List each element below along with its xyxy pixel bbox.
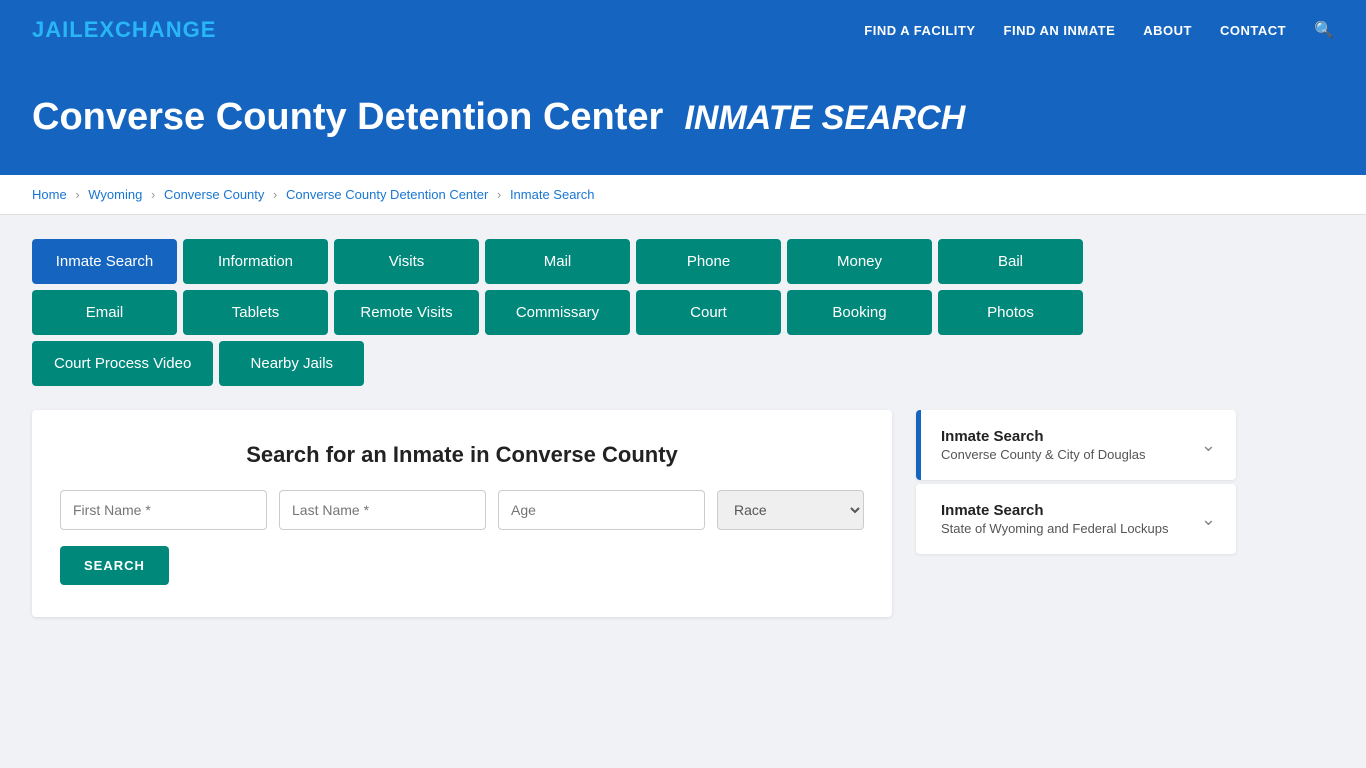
last-name-input[interactable] bbox=[279, 490, 486, 530]
chevron-down-icon: ⌄ bbox=[1201, 509, 1216, 530]
content-row: Search for an Inmate in Converse County … bbox=[32, 410, 1334, 617]
logo-exchange: EXCHANGE bbox=[84, 17, 217, 42]
tab-photos[interactable]: Photos bbox=[938, 290, 1083, 335]
age-input[interactable] bbox=[498, 490, 705, 530]
hero-title-sub: INMATE SEARCH bbox=[684, 99, 965, 137]
nav-find-inmate[interactable]: FIND AN INMATE bbox=[1004, 23, 1116, 38]
search-heading: Search for an Inmate in Converse County bbox=[60, 442, 864, 468]
tab-visits[interactable]: Visits bbox=[334, 239, 479, 284]
hero-section: Converse County Detention Center INMATE … bbox=[0, 60, 1366, 175]
race-select[interactable]: RaceWhiteBlackHispanicAsianOther bbox=[717, 490, 864, 530]
breadcrumb-home[interactable]: Home bbox=[32, 187, 67, 202]
tab-nearby-jails[interactable]: Nearby Jails bbox=[219, 341, 364, 386]
nav-contact[interactable]: CONTACT bbox=[1220, 23, 1286, 38]
search-card: Search for an Inmate in Converse County … bbox=[32, 410, 892, 617]
search-button[interactable]: SEARCH bbox=[60, 546, 169, 585]
sidebar: Inmate Search Converse County & City of … bbox=[916, 410, 1236, 558]
navbar: JAILEXCHANGE FIND A FACILITY FIND AN INM… bbox=[0, 0, 1366, 60]
breadcrumb-ccdc[interactable]: Converse County Detention Center bbox=[286, 187, 488, 202]
tab-tablets[interactable]: Tablets bbox=[183, 290, 328, 335]
tab-money[interactable]: Money bbox=[787, 239, 932, 284]
tab-phone[interactable]: Phone bbox=[636, 239, 781, 284]
site-logo[interactable]: JAILEXCHANGE bbox=[32, 17, 216, 43]
nav-find-facility[interactable]: FIND A FACILITY bbox=[864, 23, 975, 38]
breadcrumb-inmate-search[interactable]: Inmate Search bbox=[510, 187, 595, 202]
logo-jail: JAIL bbox=[32, 17, 84, 42]
sidebar-inmate-search-wyoming[interactable]: Inmate Search State of Wyoming and Feder… bbox=[916, 484, 1236, 554]
breadcrumb-sep-1: › bbox=[75, 187, 79, 202]
sidebar-inmate-search-converse[interactable]: Inmate Search Converse County & City of … bbox=[916, 410, 1236, 480]
search-fields: RaceWhiteBlackHispanicAsianOther bbox=[60, 490, 864, 530]
search-icon[interactable]: 🔍 bbox=[1314, 20, 1334, 40]
page-title: Converse County Detention Center INMATE … bbox=[32, 96, 1334, 139]
tab-booking[interactable]: Booking bbox=[787, 290, 932, 335]
breadcrumb-wyoming[interactable]: Wyoming bbox=[88, 187, 142, 202]
tab-court-process-video[interactable]: Court Process Video bbox=[32, 341, 213, 386]
sidebar-item-subtitle: Converse County & City of Douglas bbox=[941, 447, 1145, 462]
tab-court[interactable]: Court bbox=[636, 290, 781, 335]
sidebar-item-title: Inmate Search bbox=[941, 502, 1169, 519]
tab-inmate-search[interactable]: Inmate Search bbox=[32, 239, 177, 284]
sidebar-item-text: Inmate Search Converse County & City of … bbox=[941, 428, 1145, 462]
tabs-container: Inmate SearchInformationVisitsMailPhoneM… bbox=[32, 239, 1132, 386]
sidebar-item-text: Inmate Search State of Wyoming and Feder… bbox=[941, 502, 1169, 536]
tab-commissary[interactable]: Commissary bbox=[485, 290, 630, 335]
nav-links: FIND A FACILITY FIND AN INMATE ABOUT CON… bbox=[864, 20, 1334, 40]
sidebar-item-subtitle: State of Wyoming and Federal Lockups bbox=[941, 521, 1169, 536]
hero-title-main: Converse County Detention Center bbox=[32, 96, 663, 138]
breadcrumb-sep-3: › bbox=[273, 187, 277, 202]
first-name-input[interactable] bbox=[60, 490, 267, 530]
tab-email[interactable]: Email bbox=[32, 290, 177, 335]
tab-mail[interactable]: Mail bbox=[485, 239, 630, 284]
breadcrumb-sep-4: › bbox=[497, 187, 501, 202]
breadcrumb-sep-2: › bbox=[151, 187, 155, 202]
tab-information[interactable]: Information bbox=[183, 239, 328, 284]
tab-remote-visits[interactable]: Remote Visits bbox=[334, 290, 479, 335]
tab-bail[interactable]: Bail bbox=[938, 239, 1083, 284]
breadcrumb: Home › Wyoming › Converse County › Conve… bbox=[0, 175, 1366, 215]
nav-about[interactable]: ABOUT bbox=[1143, 23, 1192, 38]
breadcrumb-converse-county[interactable]: Converse County bbox=[164, 187, 264, 202]
main-content: Inmate SearchInformationVisitsMailPhoneM… bbox=[0, 215, 1366, 641]
chevron-down-icon: ⌄ bbox=[1201, 435, 1216, 456]
sidebar-item-title: Inmate Search bbox=[941, 428, 1145, 445]
